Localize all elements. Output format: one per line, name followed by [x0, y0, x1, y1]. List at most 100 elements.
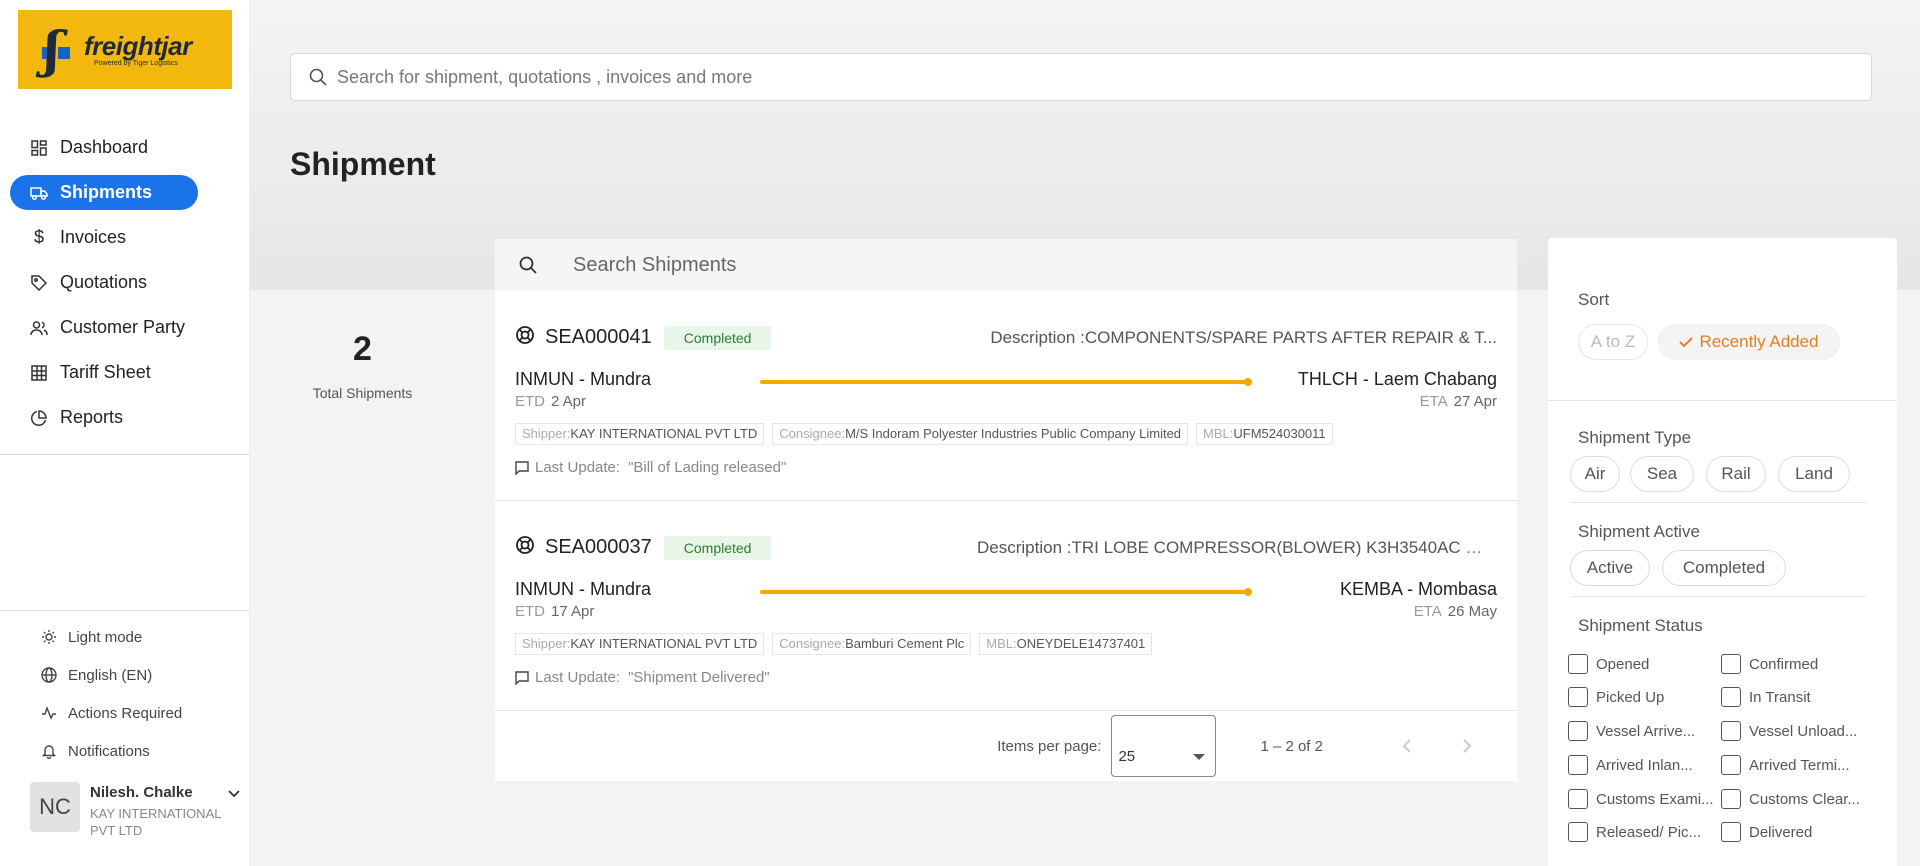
sort-a-to-z[interactable]: A to Z	[1578, 324, 1648, 360]
notifications-label: Notifications	[68, 742, 150, 760]
sort-recently-added[interactable]: Recently Added	[1658, 324, 1840, 360]
status-picked-up-checkbox[interactable]: Picked Up	[1568, 687, 1664, 707]
user-org: KAY INTERNATIONAL PVT LTD	[90, 806, 221, 838]
nav-item-customer-party[interactable]: Customer Party	[10, 310, 198, 345]
status-customs-cleared-checkbox[interactable]: Customs Clear...	[1721, 789, 1860, 809]
nav-item-quotations[interactable]: Quotations	[10, 265, 198, 300]
completed-option[interactable]: Completed	[1662, 550, 1786, 586]
consignee-value: Bamburi Cement Plc	[845, 636, 965, 651]
type-rail[interactable]: Rail	[1706, 456, 1766, 492]
status-label: Arrived Termi...	[1749, 756, 1850, 774]
status-label: Customs Exami...	[1596, 790, 1714, 808]
status-badge: Completed	[663, 535, 772, 560]
description-label: Description :	[977, 537, 1072, 557]
nav-item-dashboard[interactable]: Dashboard	[10, 130, 198, 165]
nav-item-invoices[interactable]: $ Invoices	[10, 220, 198, 255]
shipment-search-input[interactable]: Search Shipments	[495, 239, 1517, 291]
eta-label: ETA	[1413, 603, 1442, 620]
nav-item-reports[interactable]: Reports	[10, 400, 198, 435]
nav-label: Reports	[60, 407, 124, 427]
active-option[interactable]: Active	[1570, 550, 1650, 586]
avatar: NC	[30, 782, 80, 832]
status-arrived-inland-checkbox[interactable]: Arrived Inlan...	[1568, 755, 1693, 775]
type-air[interactable]: Air	[1570, 456, 1620, 492]
status-label: Confirmed	[1749, 655, 1819, 673]
shipment-row[interactable]: SEA000037 Completed Description :TRI LOB…	[495, 501, 1517, 711]
status-label: Picked Up	[1596, 688, 1665, 706]
last-update: Last Update: "Bill of Lading released"	[515, 459, 786, 476]
status-vessel-arrived-checkbox[interactable]: Vessel Arrive...	[1568, 721, 1695, 741]
sidebar-bottom: Light mode English (EN) Actions Required…	[0, 610, 250, 777]
status-label: Opened	[1596, 655, 1650, 673]
status-arrived-terminal-checkbox[interactable]: Arrived Termi...	[1721, 755, 1850, 775]
notifications[interactable]: Notifications	[0, 739, 250, 763]
route-progress	[760, 588, 1252, 596]
consignee-value: M/S Indoram Polyester Industries Public …	[845, 426, 1182, 441]
message-icon	[515, 670, 529, 685]
light-mode-toggle[interactable]: Light mode	[0, 625, 250, 649]
status-confirmed-checkbox[interactable]: Confirmed	[1721, 654, 1818, 674]
mbl-value: UFM524030011	[1233, 426, 1326, 441]
status-badge: Completed	[663, 325, 772, 350]
language-selector[interactable]: English (EN)	[0, 663, 250, 687]
prev-page-button[interactable]	[1387, 726, 1427, 766]
last-update-label: Last Update:	[535, 459, 621, 476]
items-per-page-select[interactable]: 25	[1111, 715, 1217, 777]
filter-divider	[1570, 596, 1866, 597]
shipment-search-placeholder: Search Shipments	[573, 253, 737, 276]
sun-icon	[40, 628, 58, 646]
eta-value: 27 Apr	[1453, 393, 1497, 410]
shipment-id[interactable]: SEA000037	[545, 536, 652, 559]
dashboard-icon	[30, 139, 48, 157]
etd: ETD 17 Apr	[515, 603, 594, 620]
nav-label: Tariff Sheet	[60, 362, 151, 382]
chevron-down-icon[interactable]	[227, 786, 241, 804]
globe-icon	[40, 666, 58, 684]
shipment-route: INMUN - Mundra KEMBA - Mombasa ETD 17 Apr…	[515, 579, 1497, 623]
nav-item-shipments[interactable]: Shipments	[10, 175, 198, 210]
actions-required[interactable]: Actions Required	[0, 701, 250, 725]
route-progress	[760, 378, 1252, 386]
items-per-page-label: Items per page:	[997, 737, 1102, 755]
brand-name: freightjar	[84, 31, 192, 61]
description-value: TRI LOBE COMPRESSOR(BLOWER) K3H3540AC WI…	[1071, 537, 1497, 557]
page-title: Shipment	[290, 146, 436, 182]
next-page-button[interactable]	[1447, 726, 1487, 766]
bell-icon	[40, 742, 58, 760]
shipper-label: Shipper:	[522, 426, 571, 441]
status-label: Customs Clear...	[1749, 790, 1860, 808]
paginator: Items per page: 25 1 – 2 of 2	[495, 711, 1517, 781]
nav-label: Dashboard	[60, 137, 149, 157]
pie-chart-icon	[30, 409, 48, 427]
status-customs-exam-checkbox[interactable]: Customs Exami...	[1568, 789, 1714, 809]
last-update-value: "Bill of Lading released"	[628, 459, 787, 476]
user-profile[interactable]: NC Nilesh. Chalke KAY INTERNATIONAL PVT …	[30, 782, 245, 839]
type-land[interactable]: Land	[1778, 456, 1850, 492]
mbl-label: MBL:	[1203, 426, 1234, 441]
type-sea[interactable]: Sea	[1630, 456, 1694, 492]
shipment-id[interactable]: SEA000041	[545, 326, 652, 349]
status-label: Vessel Unload...	[1749, 722, 1858, 740]
status-released-checkbox[interactable]: Released/ Pic...	[1568, 822, 1701, 842]
brand-logo[interactable]: ʃ freightjar Powered by Tiger Logistics	[18, 10, 232, 89]
brand-sub: Powered by Tiger Logistics	[94, 60, 178, 67]
shipment-row[interactable]: SEA000041 Completed Description :COMPONE…	[495, 291, 1517, 501]
status-label: Delivered	[1749, 823, 1813, 841]
nav-label: Shipments	[60, 182, 153, 202]
shipper-tag: Shipper:KAY INTERNATIONAL PVT LTD	[515, 423, 765, 445]
shipment-active-label: Shipment Active	[1578, 522, 1700, 541]
status-opened-checkbox[interactable]: Opened	[1568, 654, 1649, 674]
consignee-tag: Consignee:M/S Indoram Polyester Industri…	[772, 423, 1189, 445]
nav-item-tariff-sheet[interactable]: Tariff Sheet	[10, 355, 198, 390]
consignee-label: Consignee:	[779, 426, 846, 441]
page-range: 1 – 2 of 2	[1260, 737, 1323, 755]
global-search-input[interactable]: Search for shipment, quotations , invoic…	[290, 53, 1872, 101]
sort-recently-added-label: Recently Added	[1699, 332, 1819, 351]
status-in-transit-checkbox[interactable]: In Transit	[1721, 687, 1811, 707]
check-icon	[1679, 336, 1694, 348]
status-vessel-unloaded-checkbox[interactable]: Vessel Unload...	[1721, 721, 1857, 741]
status-delivered-checkbox[interactable]: Delivered	[1721, 822, 1812, 842]
tag-icon	[30, 274, 48, 292]
shipment-description: Description :TRI LOBE COMPRESSOR(BLOWER)…	[977, 538, 1497, 558]
etd-value: 17 Apr	[551, 603, 595, 620]
